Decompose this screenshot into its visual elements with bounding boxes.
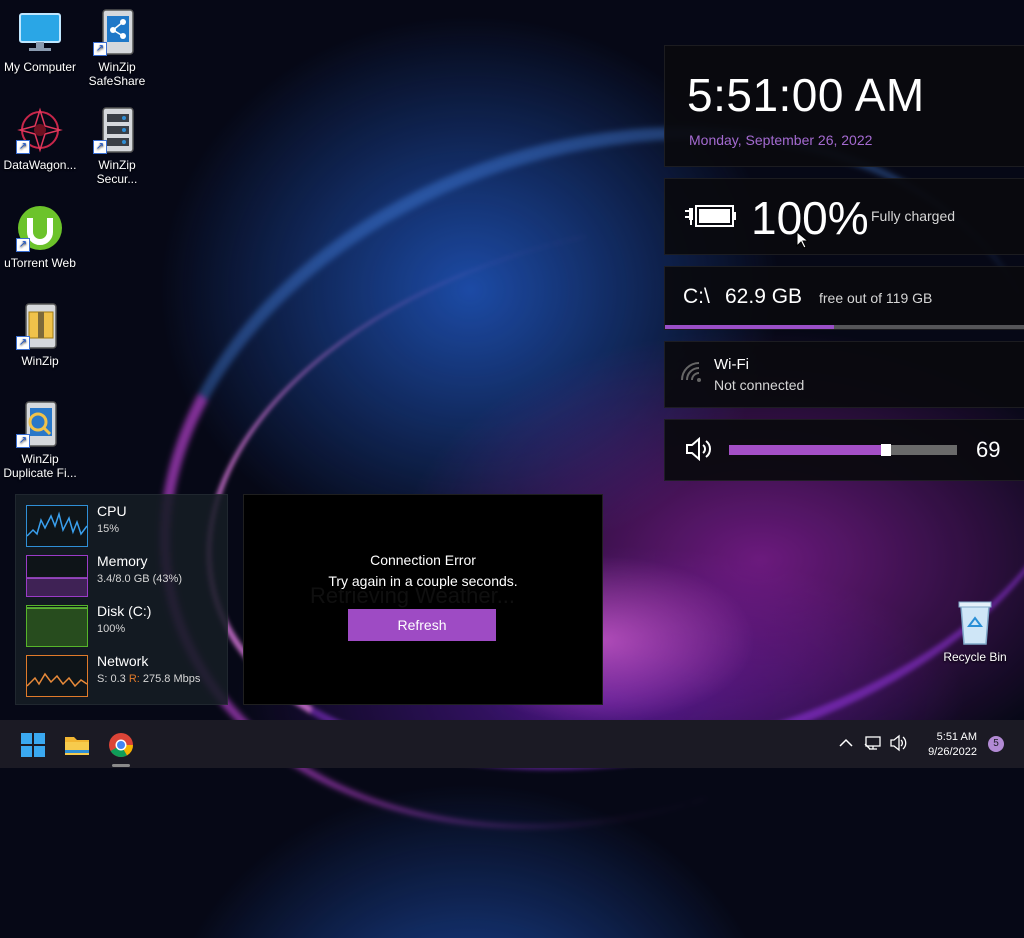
volume-value: 69 xyxy=(976,437,1001,462)
disk-total-text: free out of 119 GB xyxy=(819,290,933,306)
desktop-icon-winzip[interactable]: ↗ WinZip xyxy=(0,302,80,368)
weather-widget: Retrieving Weather... Connection Error T… xyxy=(243,494,603,705)
network-label: Network xyxy=(97,653,149,669)
network-graph xyxy=(26,655,88,697)
desktop-icon-winzip-safeshare[interactable]: ↗ WinZip SafeShare xyxy=(77,8,157,88)
memory-value: 3.4/8.0 GB (43%) xyxy=(97,573,182,585)
disk-widget: C:\ 62.9 GB free out of 119 GB xyxy=(664,266,1024,330)
network-icon[interactable] xyxy=(864,734,882,752)
disk-graph xyxy=(26,605,88,647)
mouse-cursor-icon xyxy=(796,230,810,254)
desktop-icon-datawagon[interactable]: ↗ DataWagon... xyxy=(0,106,80,172)
weather-error-title: Connection Error xyxy=(370,552,476,568)
shortcut-arrow-icon: ↗ xyxy=(16,336,30,350)
weather-error-message: Try again in a couple seconds. xyxy=(328,573,518,589)
taskbar-time: 5:51 AM xyxy=(936,731,977,743)
shortcut-arrow-icon: ↗ xyxy=(93,140,107,154)
taskbar-clock[interactable]: 5:51 AM 9/26/2022 xyxy=(928,730,977,760)
monitor-icon xyxy=(16,8,64,56)
desktop-icon-label: My Computer xyxy=(3,60,77,74)
disk-usage-bar xyxy=(665,325,1024,329)
notification-badge[interactable]: 5 xyxy=(988,736,1004,752)
file-explorer-icon[interactable] xyxy=(64,732,90,758)
cpu-graph xyxy=(26,505,88,547)
cpu-value: 15% xyxy=(97,523,120,535)
start-icon[interactable] xyxy=(20,732,46,758)
wifi-widget[interactable]: Wi-Fi Not connected xyxy=(664,341,1024,408)
network-recv-label: R: xyxy=(128,673,140,685)
cpu-label: CPU xyxy=(97,503,127,519)
shortcut-arrow-icon: ↗ xyxy=(16,434,30,448)
disk-drive-label: C:\ xyxy=(683,285,710,308)
volume-slider[interactable] xyxy=(729,444,957,456)
clock-widget: 5:51:00 AM Monday, September 26, 2022 xyxy=(664,45,1024,167)
clock-date: Monday, September 26, 2022 xyxy=(689,132,873,148)
desktop-icon-label: WinZip xyxy=(21,354,59,368)
volume-slider-fill xyxy=(729,445,887,455)
taskbar-date: 9/26/2022 xyxy=(928,746,977,758)
refresh-button[interactable]: Refresh xyxy=(348,609,496,641)
desktop-icon-label: Recycle Bin xyxy=(943,650,1007,664)
desktop-icon-recycle-bin[interactable]: Recycle Bin xyxy=(935,598,1015,664)
chevron-up-icon[interactable] xyxy=(837,734,855,752)
winzip-secure-icon: ↗ xyxy=(93,106,141,154)
performance-widget: CPU 15% Memory 3.4/8.0 GB (43%) Disk (C:… xyxy=(15,494,228,705)
volume-slider-thumb[interactable] xyxy=(881,444,892,456)
desktop-icon-label: WinZip Secur... xyxy=(96,158,138,186)
taskbar: 5:51 AM 9/26/2022 5 xyxy=(0,720,1024,768)
network-send: S: 0.3 xyxy=(97,673,126,685)
winzip-safeshare-icon: ↗ xyxy=(93,8,141,56)
desktop-icon-label: WinZip Duplicate Fi... xyxy=(3,452,77,480)
disk-free-space: 62.9 GB xyxy=(725,285,803,308)
battery-status: Fully charged xyxy=(871,208,956,224)
winzip-duplicate-icon: ↗ xyxy=(16,400,64,448)
desktop-icon-label: DataWagon... xyxy=(3,158,77,172)
wifi-status: Not connected xyxy=(714,377,805,393)
clock-time: 5:51:00 AM xyxy=(687,69,925,121)
shortcut-arrow-icon: ↗ xyxy=(93,42,107,56)
speaker-icon[interactable] xyxy=(685,436,713,466)
utorrent-icon: ↗ xyxy=(16,204,64,252)
disk-value: 100% xyxy=(97,623,126,635)
memory-label: Memory xyxy=(97,553,148,569)
desktop-icon-my-computer[interactable]: My Computer xyxy=(0,8,80,74)
battery-charging-icon xyxy=(683,203,736,227)
disk-label: Disk (C:) xyxy=(97,603,152,619)
network-recv-value: 275.8 Mbps xyxy=(142,673,201,685)
shortcut-arrow-icon: ↗ xyxy=(16,140,30,154)
battery-percent: 100% xyxy=(751,192,869,244)
perf-row-cpu: CPU 15% xyxy=(26,503,226,547)
perf-row-memory: Memory 3.4/8.0 GB (43%) xyxy=(26,553,226,597)
desktop-icon-label: uTorrent Web xyxy=(4,256,76,270)
desktop-icon-winzip-duplicate[interactable]: ↗ WinZip Duplicate Fi... xyxy=(0,400,80,480)
chrome-running-indicator xyxy=(112,764,130,767)
desktop-icon-winzip-secure[interactable]: ↗ WinZip Secur... xyxy=(77,106,157,186)
network-value: S: 0.3 R: 275.8 Mbps xyxy=(97,673,200,685)
volume-widget: 69 xyxy=(664,419,1024,481)
perf-row-disk: Disk (C:) 100% xyxy=(26,603,226,647)
desktop-icon-utorrent[interactable]: ↗ uTorrent Web xyxy=(0,204,80,270)
recycle-bin-icon xyxy=(951,598,999,646)
wifi-icon xyxy=(679,360,705,387)
memory-graph xyxy=(26,555,88,597)
chrome-icon[interactable] xyxy=(108,732,134,758)
datawagon-icon: ↗ xyxy=(16,106,64,154)
wifi-name: Wi-Fi xyxy=(714,356,749,373)
volume-icon[interactable] xyxy=(889,734,907,752)
winzip-icon: ↗ xyxy=(16,302,64,350)
disk-usage-fill xyxy=(665,325,835,329)
battery-widget: 100% Fully charged xyxy=(664,178,1024,255)
shortcut-arrow-icon: ↗ xyxy=(16,238,30,252)
desktop-icon-label: WinZip SafeShare xyxy=(88,60,146,88)
perf-row-network: Network S: 0.3 R: 275.8 Mbps xyxy=(26,653,226,697)
